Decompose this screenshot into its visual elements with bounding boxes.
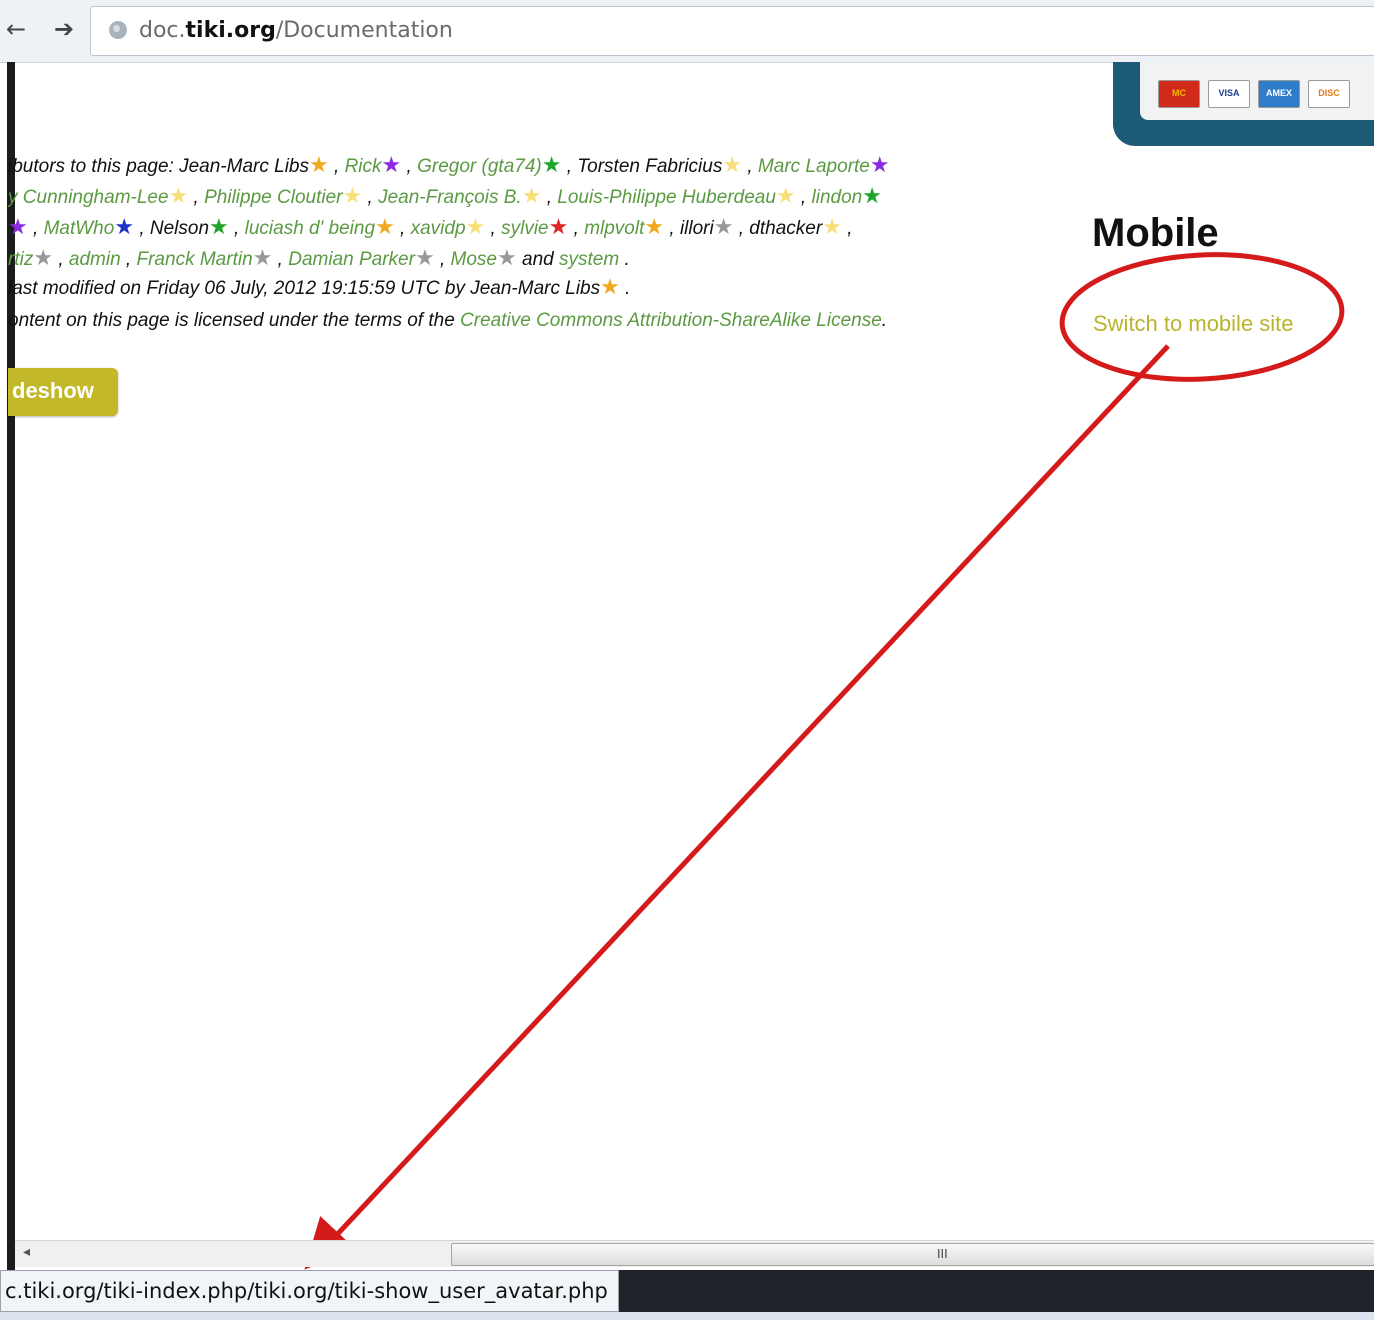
highlight-ellipse <box>1059 252 1345 382</box>
status-bar: c.tiki.org/tiki-index.php/tiki.org/tiki-… <box>0 1270 1374 1312</box>
scrollbar-grip: III <box>937 1247 948 1261</box>
scrollbar-thumb[interactable]: III <box>451 1243 1374 1266</box>
taskbar-strip <box>0 1312 1374 1320</box>
annotation-overlay <box>304 252 1345 1270</box>
scroll-left-arrow-icon[interactable]: ◂ <box>23 1243 30 1260</box>
horizontal-scrollbar[interactable]: ◂ III <box>15 1240 1374 1267</box>
annotation-arrow <box>304 344 1170 1270</box>
status-url: c.tiki.org/tiki-index.php/tiki.org/tiki-… <box>0 1270 619 1312</box>
